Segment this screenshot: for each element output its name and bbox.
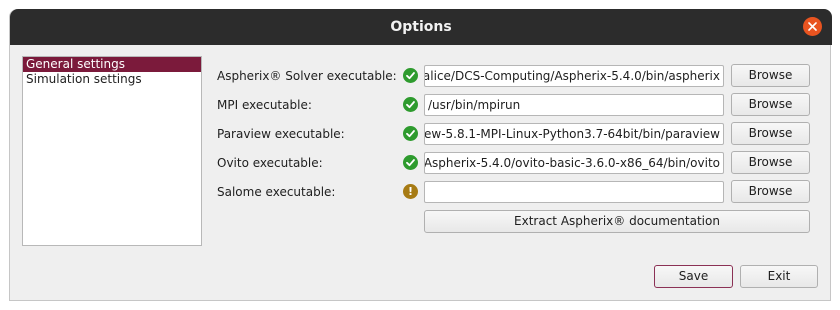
save-button[interactable]: Save — [654, 265, 733, 288]
check-icon — [403, 126, 418, 141]
browse-salome-button[interactable]: Browse — [731, 180, 810, 203]
check-icon — [403, 155, 418, 170]
mpi-executable-input[interactable]: /usr/bin/mpirun — [424, 94, 724, 116]
salome-executable-input[interactable] — [424, 181, 724, 203]
paraview-executable-value: ParaView-5.8.1-MPI-Linux-Python3.7-64bit… — [424, 127, 720, 141]
ovito-executable-label: Ovito executable: — [217, 156, 323, 170]
salome-executable-label: Salome executable: — [217, 185, 336, 199]
nav-item-general-settings[interactable]: General settings — [23, 57, 201, 72]
ovito-executable-value: Aspherix-5.4.0/ovito-basic-3.6.0-x86_64/… — [424, 156, 720, 170]
mpi-executable-value: /usr/bin/mpirun — [428, 98, 521, 112]
close-icon — [808, 22, 817, 31]
check-icon — [403, 68, 418, 83]
ovito-executable-input[interactable]: Aspherix-5.4.0/ovito-basic-3.6.0-x86_64/… — [424, 152, 724, 174]
settings-category-list: General settings Simulation settings — [22, 56, 202, 246]
mpi-executable-label: MPI executable: — [217, 98, 312, 112]
close-button[interactable] — [803, 17, 822, 36]
options-dialog: Options General settings Simulation sett… — [9, 9, 832, 301]
browse-ovito-button[interactable]: Browse — [731, 151, 810, 174]
paraview-executable-label: Paraview executable: — [217, 127, 345, 141]
extract-documentation-button[interactable]: Extract Aspherix® documentation — [424, 210, 810, 233]
browse-paraview-button[interactable]: Browse — [731, 122, 810, 145]
nav-item-simulation-settings[interactable]: Simulation settings — [23, 72, 201, 87]
solver-executable-value: /home/alice/DCS-Computing/Aspherix-5.4.0… — [424, 69, 720, 83]
solver-executable-label: Aspherix® Solver executable: — [217, 69, 397, 83]
exit-button[interactable]: Exit — [740, 265, 818, 288]
browse-mpi-button[interactable]: Browse — [731, 93, 810, 116]
paraview-executable-input[interactable]: ParaView-5.8.1-MPI-Linux-Python3.7-64bit… — [424, 123, 724, 145]
browse-solver-button[interactable]: Browse — [731, 64, 810, 87]
warning-icon: ! — [403, 184, 418, 199]
title-bar[interactable]: Options — [10, 9, 832, 45]
check-icon — [403, 97, 418, 112]
dialog-title: Options — [390, 19, 452, 35]
solver-executable-input[interactable]: /home/alice/DCS-Computing/Aspherix-5.4.0… — [424, 65, 724, 87]
